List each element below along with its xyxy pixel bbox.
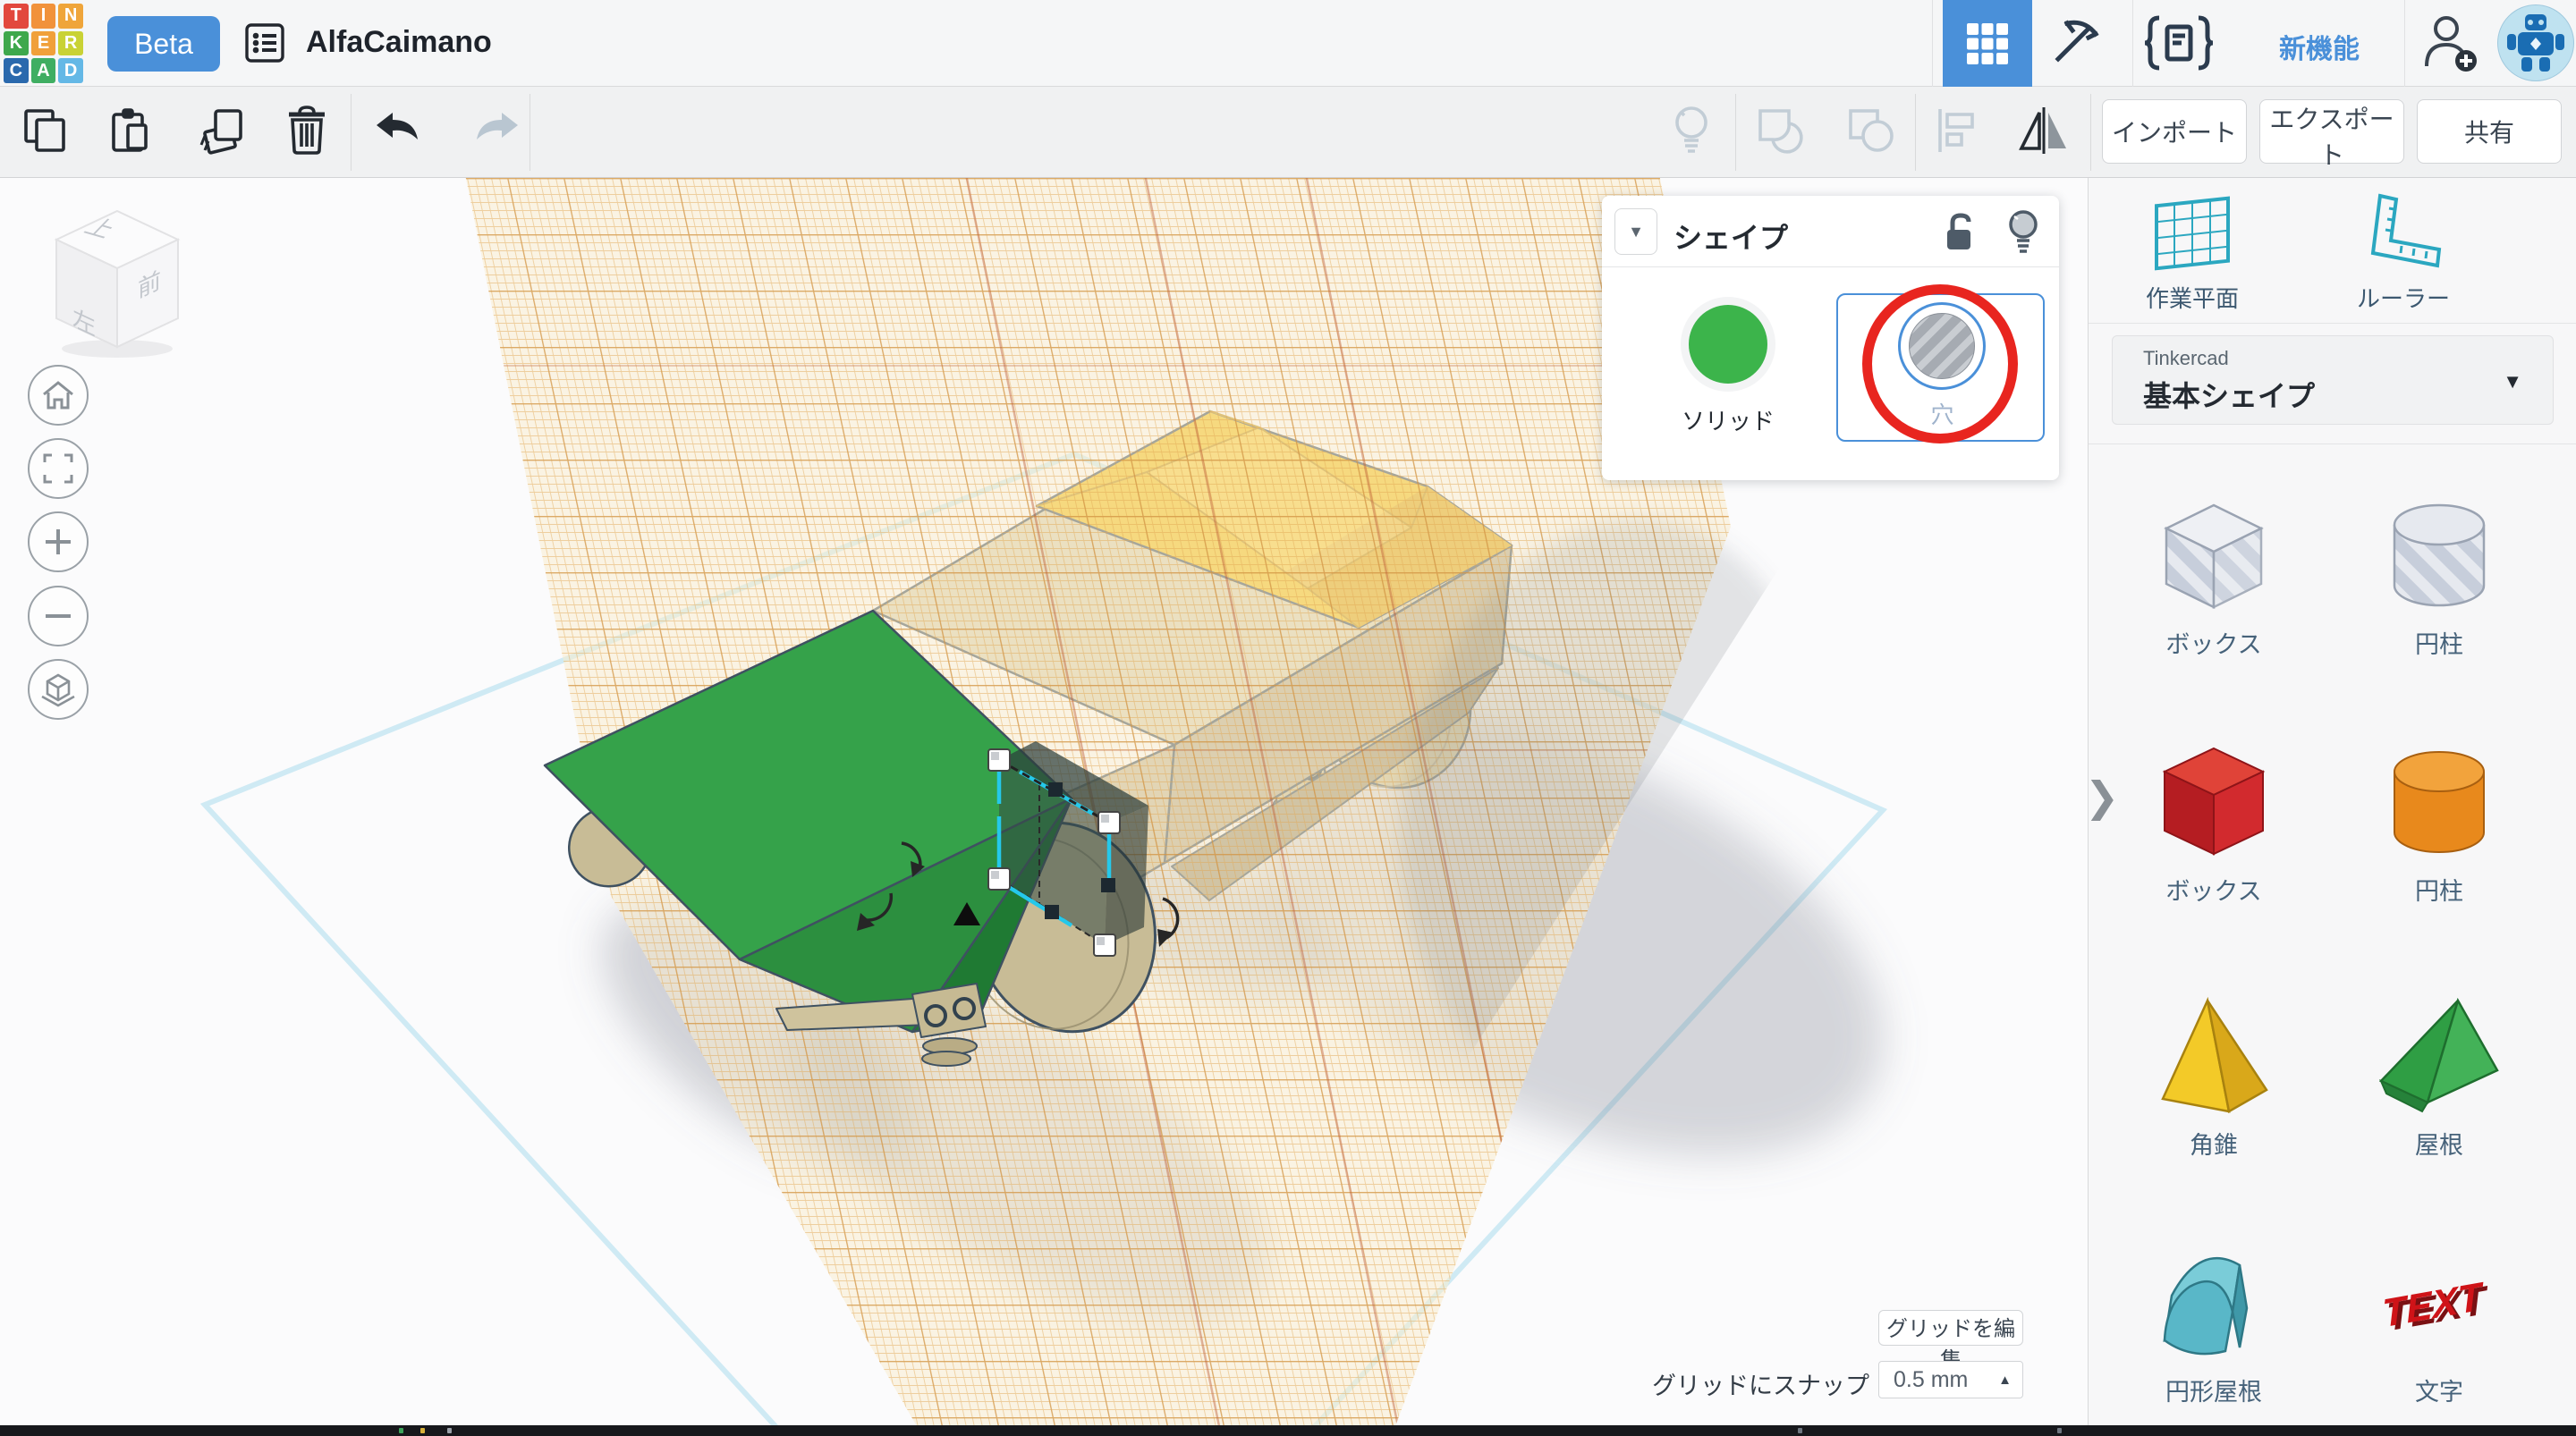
undo-button[interactable] <box>369 101 428 160</box>
home-view-button[interactable] <box>28 365 89 426</box>
svg-text:TEXT: TEXT <box>2381 1274 2487 1336</box>
zoom-out-button[interactable] <box>28 586 89 646</box>
zoom-in-button[interactable] <box>28 511 89 572</box>
redo-button[interactable] <box>467 101 526 160</box>
align-button[interactable] <box>1927 101 1986 160</box>
snap-grid-select[interactable]: 0.5 mm ▲ <box>1878 1361 2023 1398</box>
user-avatar[interactable] <box>2497 4 2574 81</box>
header-divider <box>2132 0 2133 87</box>
workplane-label: 作業平面 <box>2107 281 2277 314</box>
logo-tile: R <box>58 31 83 56</box>
design-list-icon[interactable] <box>243 21 286 64</box>
unlock-icon[interactable] <box>1942 212 1978 253</box>
shape-item-cylinder[interactable]: 円柱 <box>2341 739 2538 907</box>
annotation-circle <box>1862 284 2018 443</box>
mirror-button[interactable] <box>2014 101 2073 160</box>
shape-item-box-hole[interactable]: ボックス <box>2115 493 2312 660</box>
invite-user-icon[interactable] <box>2417 11 2483 77</box>
shapes-sidebar: 作業平面 ルーラー Tinkercad 基本シェイプ ▼ ボックス <box>2088 178 2576 1425</box>
logo-tile: I <box>31 4 56 29</box>
solid-swatch <box>1689 305 1767 384</box>
beta-button[interactable]: Beta <box>107 16 220 72</box>
export-button[interactable]: エクスポート <box>2259 99 2404 164</box>
inspector-header: ▼ シェイプ <box>1602 196 2059 267</box>
edit-grid-button[interactable]: グリッドを編集 <box>1878 1310 2023 1346</box>
toolbar-divider <box>1915 94 1916 171</box>
design-title[interactable]: AlfaCaimano <box>306 25 492 60</box>
shape-library-dropdown[interactable]: Tinkercad 基本シェイプ ▼ <box>2112 335 2554 425</box>
share-button[interactable]: 共有 <box>2417 99 2562 164</box>
library-brand: Tinkercad <box>2143 347 2229 370</box>
edit-toolbar: インポート エクスポート 共有 <box>0 87 2576 178</box>
shape-item-round-roof[interactable]: 円形屋根 <box>2115 1240 2312 1407</box>
shape-item-roof[interactable]: 屋根 <box>2341 993 2538 1161</box>
library-selected: 基本シェイプ <box>2143 374 2315 415</box>
caret-up-icon: ▲ <box>1998 1373 2012 1388</box>
shape-item-box[interactable]: ボックス <box>2115 739 2312 907</box>
dashboard-grid-button[interactable] <box>1943 0 2032 87</box>
workplane-tool[interactable]: 作業平面 <box>2107 190 2277 314</box>
os-dock-edge <box>0 1425 2576 1436</box>
view-cube[interactable]: 上 左 前 <box>23 186 211 365</box>
logo-tile: E <box>31 31 56 56</box>
solid-option[interactable]: ソリッド <box>1651 285 1805 446</box>
caret-down-icon: ▼ <box>2503 370 2522 393</box>
app-header: T I N K E R C A D Beta AlfaCaimano <box>0 0 2576 87</box>
shape-item-pyramid[interactable]: 角錐 <box>2115 993 2312 1161</box>
snap-value: 0.5 mm <box>1894 1367 1968 1392</box>
perspective-toggle-button[interactable] <box>28 659 89 720</box>
sidebar-divider <box>2089 443 2576 444</box>
logo-tile: D <box>58 58 83 83</box>
header-divider <box>1932 0 1933 87</box>
inspector-collapse-button[interactable]: ▼ <box>1614 208 1657 255</box>
sidebar-divider <box>2089 323 2576 324</box>
ruler-tool[interactable]: ルーラー <box>2318 190 2488 314</box>
logo-tile: N <box>58 4 83 29</box>
ungroup-button[interactable] <box>1841 101 1900 160</box>
new-features-link[interactable]: 新機能 <box>2261 27 2377 66</box>
group-button[interactable] <box>1750 101 1809 160</box>
codeblocks-icon[interactable] <box>2143 13 2215 73</box>
snap-grid-label: グリッドにスナップ <box>1628 1366 1869 1401</box>
duplicate-button[interactable] <box>191 101 250 160</box>
toolbar-divider <box>2090 94 2091 171</box>
ruler-label: ルーラー <box>2318 281 2488 314</box>
minecraft-pickaxe-icon[interactable] <box>2045 13 2106 73</box>
logo-tile: K <box>4 31 29 56</box>
sidebar-collapse-chevron[interactable]: ❯ <box>2082 767 2122 826</box>
copy-button[interactable] <box>16 101 75 160</box>
shape-item-text[interactable]: TEXT TEXT 文字 <box>2341 1240 2538 1407</box>
toolbar-divider <box>351 94 352 171</box>
tinkercad-logo[interactable]: T I N K E R C A D <box>0 0 87 87</box>
paste-button[interactable] <box>100 101 159 160</box>
show-all-button[interactable] <box>1662 101 1721 160</box>
delete-button[interactable] <box>277 101 336 160</box>
logo-tile: C <box>4 58 29 83</box>
bulb-icon[interactable] <box>2003 208 2044 255</box>
logo-tile: T <box>4 4 29 29</box>
toolbar-divider <box>1735 94 1736 171</box>
header-divider <box>2404 0 2405 87</box>
import-button[interactable]: インポート <box>2102 99 2247 164</box>
logo-tile: A <box>31 58 56 83</box>
inspector-title: シェイプ <box>1674 215 1788 257</box>
fit-view-button[interactable] <box>28 438 89 499</box>
shape-item-cylinder-hole[interactable]: 円柱 <box>2341 493 2538 660</box>
solid-label: ソリッド <box>1651 403 1805 436</box>
